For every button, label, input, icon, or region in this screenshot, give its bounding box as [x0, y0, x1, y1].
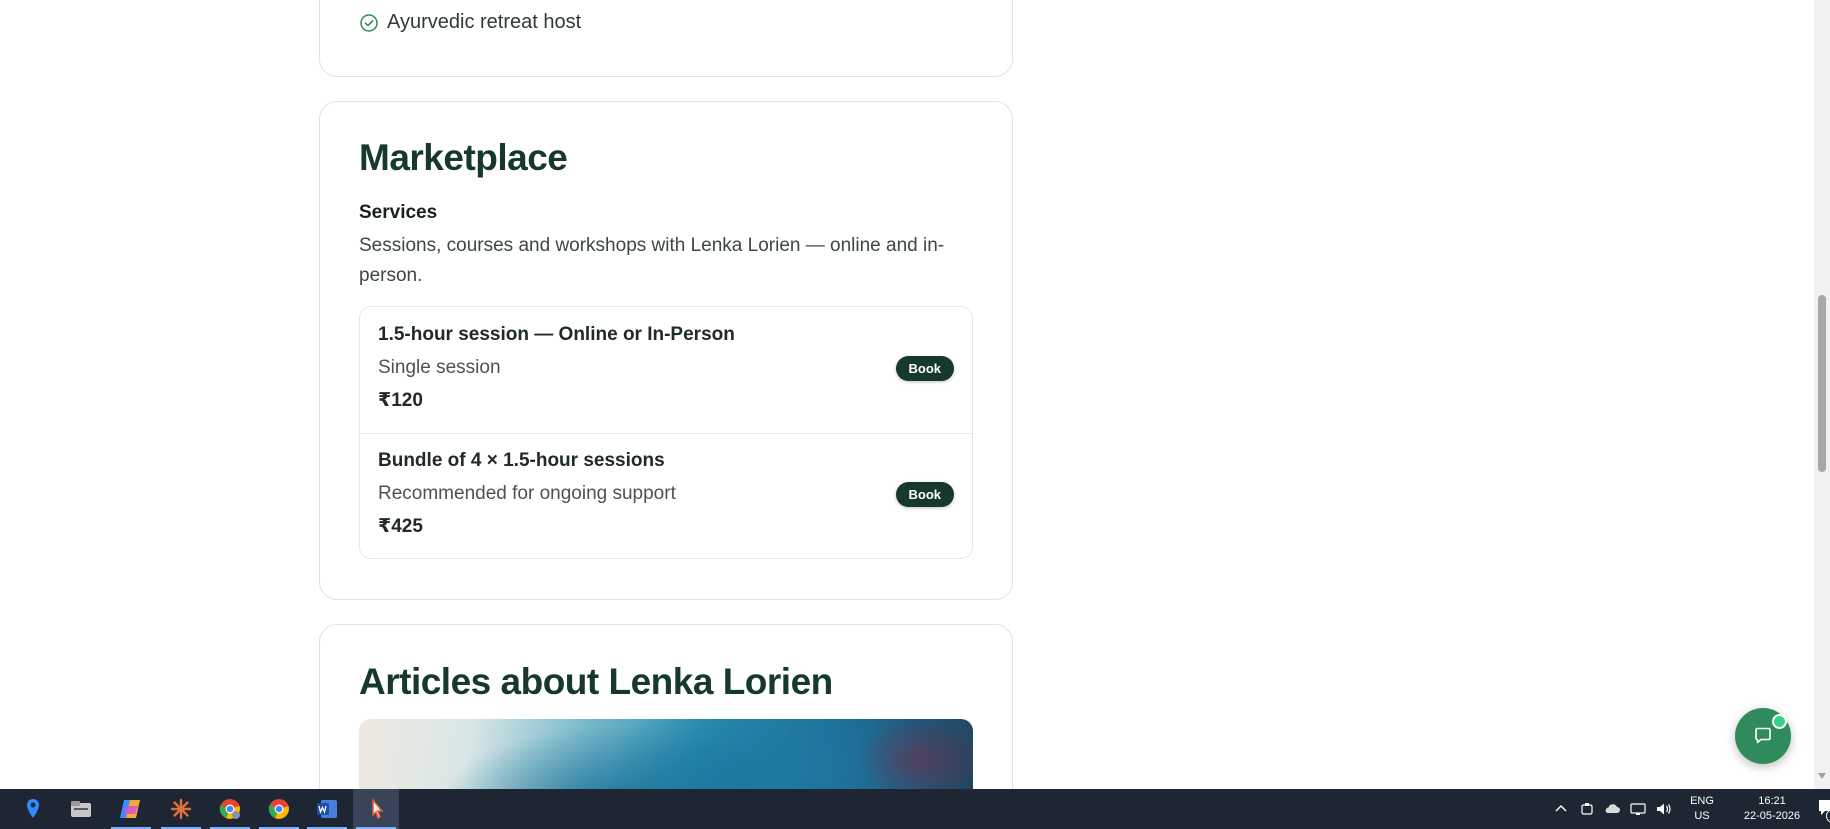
- chevron-up-icon[interactable]: [1553, 801, 1569, 817]
- service-title: 1.5-hour session — Online or In-Person: [378, 324, 735, 345]
- services-label: Services: [359, 202, 438, 223]
- services-description: Sessions, courses and workshops with Len…: [359, 235, 945, 286]
- language-label: ENG: [1690, 795, 1714, 807]
- check-circle-icon: [360, 13, 378, 32]
- maps-pin-icon[interactable]: [10, 789, 56, 829]
- scroll-down-arrow-icon[interactable]: [1818, 773, 1826, 779]
- system-tray: ENG US 16:21 22-05-2026 13: [1553, 789, 1830, 829]
- cloud-icon[interactable]: [1603, 801, 1621, 817]
- service-item: 1.5-hour session — Online or In-Person S…: [360, 307, 972, 434]
- service-price: ₹120: [378, 390, 423, 411]
- chat-bubble-icon: [1755, 727, 1771, 744]
- taskbar: ENG US 16:21 22-05-2026 13: [0, 789, 1830, 829]
- region-label: US: [1694, 810, 1710, 822]
- feature-item: Ayurvedic retreat host: [359, 11, 581, 34]
- online-status-dot: [1772, 714, 1787, 729]
- service-subtitle: Recommended for ongoing support: [378, 483, 676, 504]
- copilot-icon[interactable]: [108, 789, 154, 829]
- marketplace-card: Marketplace Services Sessions, courses a…: [319, 101, 1013, 600]
- page: Ayurvedic retreat host Marketplace Servi…: [0, 0, 1814, 789]
- about-card: Ayurvedic retreat host: [319, 0, 1013, 77]
- active-app-icon[interactable]: [353, 789, 399, 829]
- articles-card: Articles about Lenka Lorien: [319, 624, 1013, 789]
- book-button[interactable]: Book: [895, 356, 954, 381]
- clock[interactable]: 16:21 22-05-2026: [1739, 794, 1805, 824]
- network-icon[interactable]: [1629, 801, 1647, 817]
- notification-center-button[interactable]: 13: [1817, 797, 1830, 823]
- clock-date: 22-05-2026: [1743, 810, 1801, 822]
- language-indicator[interactable]: ENG US: [1685, 794, 1719, 824]
- scrollbar-thumb[interactable]: [1818, 295, 1826, 472]
- service-title: Bundle of 4 × 1.5-hour sessions: [378, 450, 665, 471]
- marketplace-title: Marketplace: [359, 137, 568, 178]
- chat-button[interactable]: [1735, 708, 1791, 764]
- meet-icon[interactable]: [1579, 801, 1595, 817]
- vertical-scrollbar[interactable]: [1814, 0, 1830, 789]
- clock-time: 16:21: [1758, 795, 1786, 807]
- notification-count-badge: 13: [1825, 809, 1830, 823]
- chrome-icon[interactable]: [256, 789, 302, 829]
- service-subtitle: Single session: [378, 357, 501, 378]
- file-explorer-icon[interactable]: [58, 789, 104, 829]
- service-item: Bundle of 4 × 1.5-hour sessions Recommen…: [360, 433, 972, 558]
- book-button[interactable]: Book: [895, 482, 954, 507]
- word-icon[interactable]: [304, 789, 350, 829]
- articles-title: Articles about Lenka Lorien: [359, 661, 833, 702]
- services-list: 1.5-hour session — Online or In-Person S…: [359, 306, 973, 559]
- feature-item-label: Ayurvedic retreat host: [387, 11, 582, 33]
- claude-icon[interactable]: [158, 789, 204, 829]
- chrome-profile-icon[interactable]: [207, 789, 253, 829]
- volume-icon[interactable]: [1655, 801, 1673, 817]
- service-price: ₹425: [378, 516, 423, 537]
- article-image[interactable]: [359, 719, 973, 789]
